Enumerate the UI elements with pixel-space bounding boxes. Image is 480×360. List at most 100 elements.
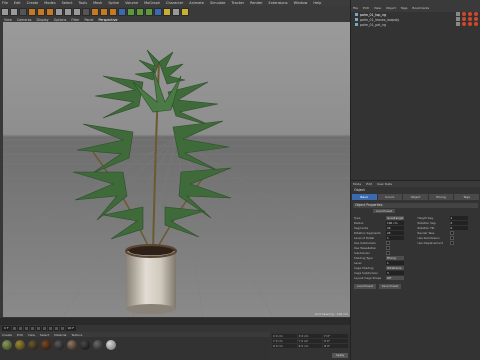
prev-frame-icon[interactable] (23, 326, 29, 331)
material-swatch[interactable] (93, 340, 103, 350)
parameter-value[interactable]: 0 (449, 220, 468, 225)
attribute-menu-item[interactable]: User Data (377, 182, 392, 186)
object-properties-section[interactable]: Object Properties (353, 203, 478, 208)
material-menu-item[interactable]: View (28, 333, 35, 337)
material-swatch[interactable] (67, 340, 77, 350)
material-swatch[interactable] (2, 340, 12, 350)
material-tag-icon[interactable] (474, 22, 478, 26)
timeline-ruler[interactable] (0, 318, 350, 325)
material-swatch[interactable] (15, 340, 25, 350)
layer-icon[interactable] (456, 17, 460, 21)
parameter-value[interactable]: Off (386, 275, 404, 280)
live-select-icon[interactable] (19, 7, 27, 16)
parameter-value[interactable]: Phong (386, 255, 404, 260)
viewport-menu-item[interactable]: View (4, 18, 12, 22)
next-frame-icon[interactable] (35, 326, 41, 331)
material-tag-icon[interactable] (462, 22, 466, 26)
object-row[interactable]: palm_01_pot_ng (351, 22, 480, 27)
viewport-menu-item[interactable]: Filter (71, 18, 79, 22)
parameter-checkbox[interactable] (449, 230, 454, 235)
coord-field[interactable]: Y 0 cm (297, 339, 323, 343)
material-swatch[interactable] (106, 340, 116, 350)
material-tag-icon[interactable] (462, 17, 466, 21)
parameter-value[interactable]: 1 (386, 260, 404, 265)
material-menu-item[interactable]: Create (2, 333, 12, 337)
menu-item[interactable]: Window (294, 1, 308, 5)
material-menu-item[interactable]: Texture (71, 333, 82, 337)
light-icon[interactable] (181, 7, 189, 16)
menu-item[interactable]: Modes (44, 1, 55, 5)
goto-start-icon[interactable] (11, 326, 17, 331)
menu-item[interactable]: Help (313, 1, 321, 5)
attribute-tab[interactable]: Coord. (377, 194, 403, 200)
parameter-value[interactable]: 3 (386, 270, 404, 275)
parameter-checkbox[interactable] (449, 240, 454, 245)
parameter-value[interactable]: 1 (449, 215, 468, 220)
z-axis-icon[interactable] (73, 7, 81, 16)
material-tag-icon[interactable] (468, 12, 472, 16)
viewport-menu-item[interactable]: Perspective (98, 18, 117, 22)
cube-icon[interactable] (118, 7, 126, 16)
subdivision-surface-icon[interactable] (127, 7, 135, 16)
attribute-tab[interactable]: Object (403, 194, 428, 200)
menu-item[interactable]: Select (62, 1, 73, 5)
attribute-menu-item[interactable]: Mode (353, 182, 361, 186)
record-icon[interactable] (53, 326, 59, 331)
scale-tool-icon[interactable] (37, 7, 45, 16)
play-icon[interactable] (29, 326, 35, 331)
menu-item[interactable]: Volume (125, 1, 138, 5)
coord-field[interactable]: P 0° (323, 339, 349, 343)
attribute-tab[interactable]: Tags (454, 194, 479, 200)
material-menu-item[interactable]: Material (54, 333, 66, 337)
cloner-icon[interactable] (145, 7, 153, 16)
menu-item[interactable]: Extensions (269, 1, 288, 5)
parameter-checkbox[interactable] (386, 245, 390, 250)
coord-field[interactable]: Y 0 cm (272, 339, 297, 343)
menu-item[interactable]: File (2, 1, 8, 5)
material-swatch[interactable] (28, 340, 38, 350)
layer-icon[interactable] (456, 12, 460, 16)
material-tag-icon[interactable] (462, 12, 466, 16)
apply-button[interactable]: Apply (332, 353, 348, 358)
material-menu-item[interactable]: Select (40, 333, 49, 337)
menu-item[interactable]: Mesh (93, 1, 102, 5)
menu-item[interactable]: Character (166, 1, 183, 5)
preset-button[interactable]: Load Preset (354, 284, 376, 289)
layer-icon[interactable] (456, 22, 460, 26)
redo-icon[interactable] (10, 7, 18, 16)
attribute-tab[interactable]: Phong (428, 194, 454, 200)
parameter-checkbox[interactable] (449, 235, 454, 240)
menu-item[interactable]: Spline (108, 1, 119, 5)
parameter-value[interactable]: 1 (386, 235, 404, 240)
coord-field[interactable]: Z 0 cm (297, 344, 323, 348)
material-tag-icon[interactable] (474, 12, 478, 16)
material-swatch[interactable] (54, 340, 64, 350)
move-tool-icon[interactable] (28, 7, 36, 16)
coordinate-system-icon[interactable] (82, 7, 90, 16)
parameter-value[interactable]: 24 (386, 230, 404, 235)
x-axis-icon[interactable] (55, 7, 63, 16)
rotate-tool-icon[interactable] (46, 7, 54, 16)
environment-icon[interactable] (163, 7, 171, 16)
menu-item[interactable]: Tools (78, 1, 87, 5)
next-key-icon[interactable] (41, 326, 47, 331)
coord-field[interactable]: Z 0 cm (272, 344, 297, 348)
material-swatch[interactable] (41, 340, 51, 350)
attribute-menu-item[interactable]: Edit (366, 182, 372, 186)
viewport-menu-item[interactable]: Cameras (17, 18, 32, 22)
render-view-icon[interactable] (91, 7, 99, 16)
parameter-checkbox[interactable] (386, 250, 390, 255)
attribute-tab[interactable]: Basic (352, 194, 377, 200)
menu-item[interactable]: Render (250, 1, 262, 5)
material-tag-icon[interactable] (468, 17, 472, 21)
render-to-picture-viewer-icon[interactable] (100, 7, 108, 16)
preset-button[interactable]: Save Preset (379, 284, 401, 289)
menu-item[interactable]: Simulate (210, 1, 225, 5)
coord-field[interactable]: B 0° (323, 344, 349, 348)
parameter-value[interactable]: Wireframe (386, 265, 404, 270)
coord-field[interactable]: X 0 cm (272, 334, 297, 338)
goto-end-icon[interactable] (47, 326, 53, 331)
parameter-value[interactable]: 24 (386, 225, 404, 230)
viewport-menu-item[interactable]: Panel (85, 18, 94, 22)
undo-icon[interactable] (1, 7, 9, 16)
